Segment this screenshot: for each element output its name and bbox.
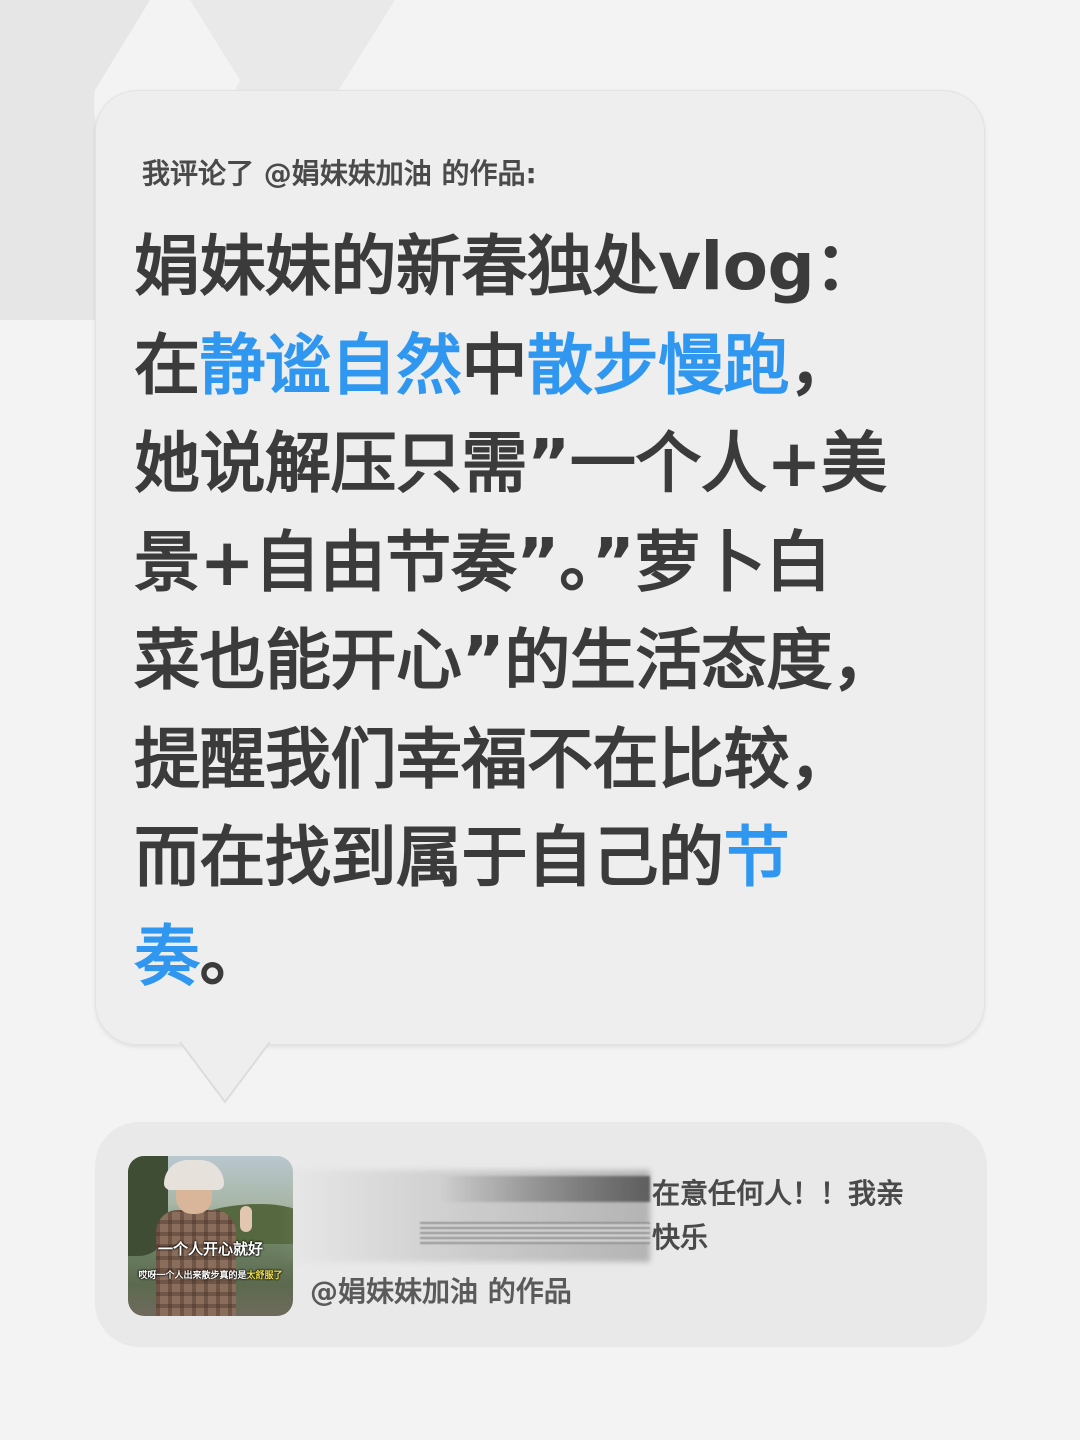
comment-text: 菜也能开心”的生活态度， <box>134 622 898 699</box>
comment-text: 她说解压只需”一个人+美 <box>134 425 887 502</box>
comment-text: ， <box>789 326 855 404</box>
comment-line: 她说解压只需”一个人+美 <box>134 415 934 514</box>
video-snippet-line-1: 在意任何人！！我亲 <box>652 1177 905 1210</box>
video-snippet-line-2: 快乐 <box>652 1221 709 1254</box>
blurred-text-bar-2 <box>420 1222 650 1244</box>
highlighted-keyword: 静谧自然 <box>199 326 463 404</box>
thumbnail-person-coat <box>156 1210 236 1316</box>
video-snippet: 在意任何人！！我亲 快乐 <box>652 1172 904 1260</box>
share-card-page: 我评论了 @娟妹妹加油 的作品: 娟妹妹的新春独处vlog： 在静谧自然中散步慢跑… <box>0 0 1080 1440</box>
comment-line: 景+自由节奏”。”萝卜白 <box>134 514 934 613</box>
highlighted-keyword: 节 <box>723 819 790 896</box>
speech-bubble-tail <box>180 1040 270 1104</box>
comment-line: 在静谧自然中散步慢跑， <box>134 317 934 416</box>
blurred-text-bar-1 <box>440 1176 650 1202</box>
highlighted-keyword: 奏 <box>134 917 200 995</box>
thumbnail-caption-main: 一个人开心就好 <box>157 1240 263 1258</box>
thumbnail-hand <box>240 1206 252 1232</box>
comment-line: 奏。 <box>134 908 934 1007</box>
video-thumbnail[interactable]: 一个人开心就好 哎呀一个人出来散步真的是太舒服了 <box>128 1156 293 1316</box>
comment-line: 而在找到属于自己的节 <box>134 809 934 908</box>
comment-line: 娟妹妹的新春独处vlog： <box>134 218 934 317</box>
thumbnail-caption-sub-prefix: 哎呀一个人出来散步真的是 <box>138 1271 247 1281</box>
comment-text: 提醒我们幸福不在比较， <box>134 720 855 798</box>
comment-line: 提醒我们幸福不在比较， <box>134 711 934 810</box>
video-author[interactable]: @娟妹妹加油 的作品 <box>310 1270 572 1310</box>
highlighted-keyword: 散步慢跑 <box>527 326 790 404</box>
comment-text: 中 <box>461 326 528 404</box>
thumbnail-person-hat <box>164 1160 224 1190</box>
comment-text: 。 <box>199 917 266 995</box>
comment-header: 我评论了 @娟妹妹加油 的作品: <box>142 157 537 190</box>
comment-text: 而在找到属于自己的 <box>134 819 724 896</box>
comment-text: 娟妹妹的新春独处vlog： <box>134 228 880 305</box>
comment-body: 娟妹妹的新春独处vlog： 在静谧自然中散步慢跑， 她说解压只需”一个人+美 景+自由… <box>134 218 934 1006</box>
comment-text: 景+自由节奏”。”萝卜白 <box>134 523 832 601</box>
thumbnail-caption-sub: 哎呀一个人出来散步真的是太舒服了 <box>128 1268 293 1281</box>
thumbnail-caption-sub-highlight: 太舒服了 <box>246 1271 283 1281</box>
comment-text: 在 <box>134 326 200 404</box>
comment-line: 菜也能开心”的生活态度， <box>134 612 934 711</box>
